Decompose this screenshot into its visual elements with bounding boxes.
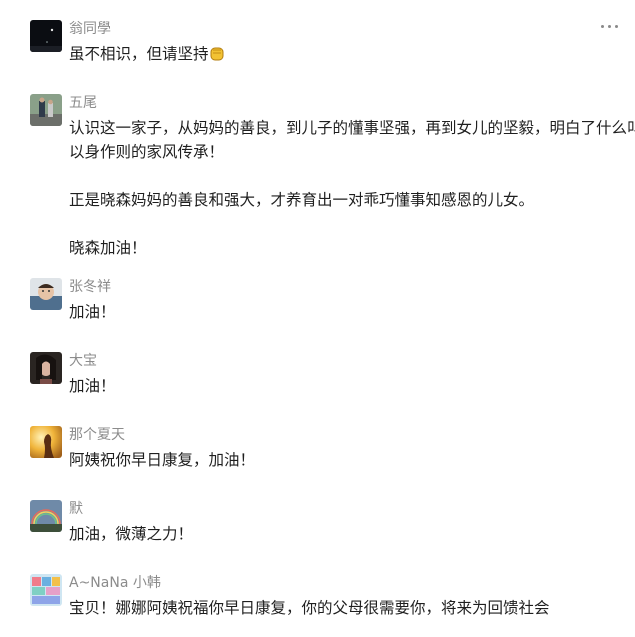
comment-text: 加油，微薄之力！ <box>69 522 193 546</box>
commenter-name[interactable]: 五尾 <box>69 92 97 112</box>
avatar-icon[interactable] <box>30 20 62 52</box>
avatar-icon[interactable] <box>30 500 62 532</box>
commenter-name[interactable]: 张冬祥 <box>69 276 111 296</box>
avatar-icon[interactable] <box>30 426 62 458</box>
commenter-name[interactable]: 默 <box>69 498 83 518</box>
comment-line: 以身作则的家风传承！ <box>69 143 225 161</box>
comment-line: 认识这一家子，从妈妈的善良，到儿子的懂事坚强，再到女儿的坚毅，明白了什么叫 <box>69 119 635 137</box>
comment-line: 虽不相识，但请坚持 <box>69 45 209 63</box>
more-options-icon[interactable] <box>600 18 620 34</box>
comment-line: 晓森加油！ <box>69 239 147 257</box>
comment-text: 认识这一家子，从妈妈的善良，到儿子的懂事坚强，再到女儿的坚毅，明白了什么叫 以身… <box>69 116 635 260</box>
comment-line: 加油！ <box>69 303 116 321</box>
comment-text: 阿姨祝你早日康复，加油！ <box>69 448 255 472</box>
avatar-icon[interactable] <box>30 352 62 384</box>
avatar-icon[interactable] <box>30 574 62 606</box>
comment-line: 加油，微薄之力！ <box>69 525 194 543</box>
commenter-name[interactable]: 大宝 <box>69 350 97 370</box>
avatar-icon[interactable] <box>30 278 62 310</box>
comment-text: 宝贝！娜娜阿姨祝福你早日康复，你的父母很需要你，将来为回馈社会 <box>69 596 550 620</box>
avatar-icon[interactable] <box>30 94 62 126</box>
comment-line: 阿姨祝你早日康复，加油！ <box>69 451 256 469</box>
fist-emoji-icon <box>210 45 224 61</box>
comment-line: 加油！ <box>69 377 116 395</box>
commenter-name[interactable]: 翁同學 <box>69 18 111 38</box>
comment-line: 宝贝！娜娜阿姨祝福你早日康复，你的父母很需要你，将来为回馈社会 <box>69 599 550 617</box>
comment-line: 正是晓森妈妈的善良和强大，才养育出一对乖巧懂事知感恩的儿女。 <box>69 191 535 209</box>
comment-text: 加油！ <box>69 300 116 324</box>
commenter-name[interactable]: A~NaNa 小韩 <box>69 572 161 592</box>
commenter-name[interactable]: 那个夏天 <box>69 424 125 444</box>
comment-text: 虽不相识，但请坚持 <box>69 42 224 66</box>
comment-text: 加油！ <box>69 374 116 398</box>
